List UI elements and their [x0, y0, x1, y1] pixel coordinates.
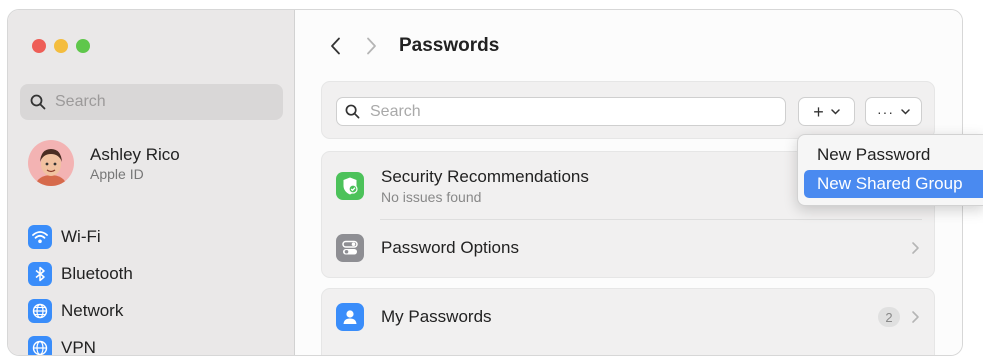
sidebar-item-wifi[interactable]: Wi-Fi — [28, 218, 133, 255]
ellipsis-icon: ··· — [877, 104, 894, 120]
forward-button[interactable] — [361, 34, 381, 58]
row-title: My Passwords — [381, 307, 492, 327]
row-subtitle: No issues found — [381, 189, 589, 205]
window-controls — [32, 39, 90, 53]
chevron-left-icon — [330, 37, 341, 55]
more-options-button[interactable]: ··· — [865, 97, 922, 126]
sidebar-item-network[interactable]: Network — [28, 292, 133, 329]
sidebar-nav: Wi-Fi Bluetooth — [28, 218, 133, 356]
profile-subtitle: Apple ID — [90, 166, 180, 182]
sidebar-item-label: Network — [61, 301, 123, 321]
close-window-button[interactable] — [32, 39, 46, 53]
sidebar-search-input[interactable] — [53, 92, 277, 112]
password-options-row[interactable]: Password Options — [322, 220, 934, 276]
zoom-window-button[interactable] — [76, 39, 90, 53]
search-icon — [30, 94, 46, 110]
avatar — [28, 140, 74, 186]
toggles-icon — [336, 234, 364, 262]
minimize-window-button[interactable] — [54, 39, 68, 53]
search-icon — [345, 104, 360, 119]
chevron-down-icon — [901, 109, 910, 115]
count-badge: 2 — [878, 307, 900, 327]
chevron-right-icon — [910, 241, 920, 255]
chevron-down-icon — [831, 109, 840, 115]
toolbar: + ··· — [321, 81, 935, 139]
chevron-right-icon — [366, 37, 377, 55]
sidebar-search[interactable] — [20, 84, 283, 120]
sidebar-item-label: Wi-Fi — [61, 227, 101, 247]
wifi-icon — [28, 225, 52, 249]
shield-check-icon — [336, 172, 364, 200]
memoji-icon — [28, 140, 74, 186]
menu-item-label: New Password — [817, 145, 930, 165]
bluetooth-icon — [28, 262, 52, 286]
page-title: Passwords — [399, 35, 499, 57]
sidebar-item-bluetooth[interactable]: Bluetooth — [28, 255, 133, 292]
back-button[interactable] — [325, 34, 345, 58]
add-menu: New Password New Shared Group — [797, 134, 983, 206]
sidebar-item-label: Bluetooth — [61, 264, 133, 284]
plus-icon: + — [813, 103, 824, 121]
vpn-icon — [28, 336, 52, 356]
person-icon — [336, 303, 364, 331]
header: Passwords — [325, 34, 499, 58]
row-title: Password Options — [381, 238, 519, 258]
sidebar-item-vpn[interactable]: VPN — [28, 329, 133, 356]
add-button[interactable]: + — [798, 97, 855, 126]
globe-icon — [28, 299, 52, 323]
chevron-right-icon — [910, 310, 920, 324]
menu-item-new-password[interactable]: New Password — [804, 141, 983, 169]
menu-item-label: New Shared Group — [817, 174, 963, 194]
sidebar: Ashley Rico Apple ID Wi-Fi — [8, 10, 295, 355]
my-passwords-row[interactable]: My Passwords 2 — [322, 289, 934, 345]
profile-name: Ashley Rico — [90, 145, 180, 165]
apple-id-profile[interactable]: Ashley Rico Apple ID — [28, 140, 180, 186]
sidebar-item-label: VPN — [61, 338, 96, 356]
password-search[interactable] — [336, 97, 786, 126]
row-title: Security Recommendations — [381, 167, 589, 187]
menu-item-new-shared-group[interactable]: New Shared Group — [804, 170, 983, 198]
passwords-group: My Passwords 2 — [321, 288, 935, 356]
password-search-input[interactable] — [368, 102, 772, 122]
